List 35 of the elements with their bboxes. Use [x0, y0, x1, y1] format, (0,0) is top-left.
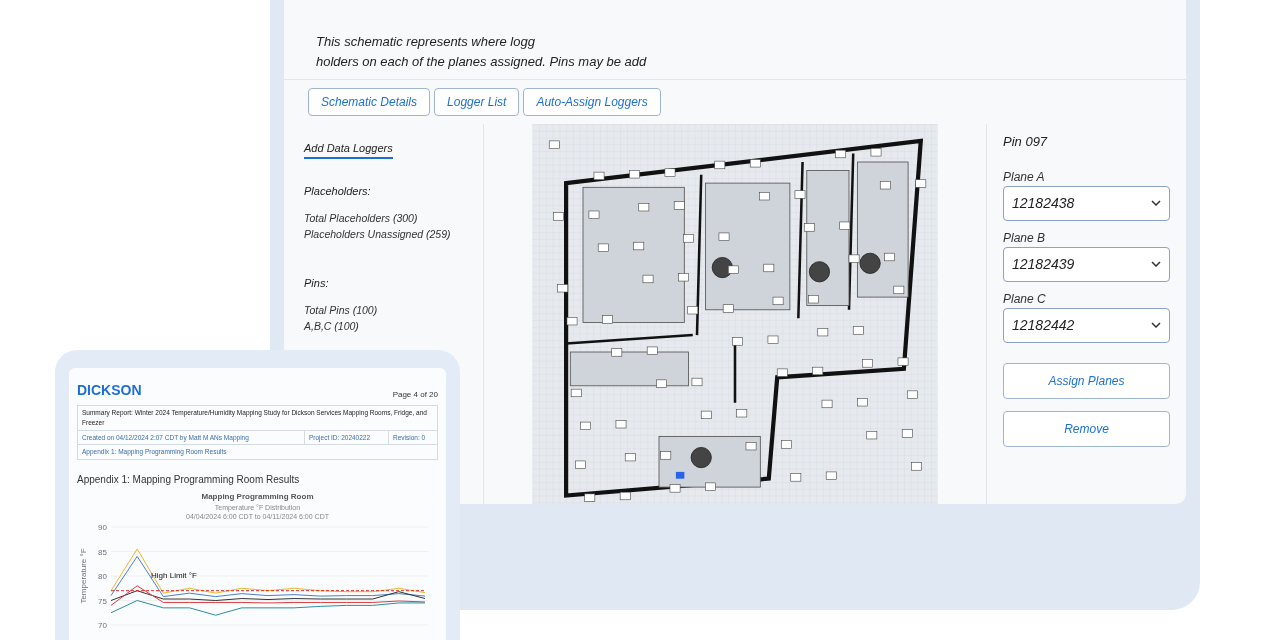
plane-select[interactable]: 12182439: [1003, 246, 1170, 282]
page-number: Page 4 of 20: [392, 389, 438, 401]
section-heading: Placeholders:: [304, 183, 372, 199]
y-tick-label: 90: [98, 523, 107, 532]
plane-label: Plane C: [1003, 290, 1047, 308]
chevron-down-icon: [1151, 261, 1161, 267]
y-axis-label: Temperature °F: [79, 548, 88, 604]
y-tick-label: 75: [98, 596, 107, 606]
count-text: Total Pins (100): [304, 303, 379, 318]
chart-title: Mapping Programming Room: [201, 491, 314, 503]
section-heading: Pins:: [304, 275, 330, 291]
plane-select[interactable]: 12182442: [1003, 307, 1170, 343]
add-data-loggers-link[interactable]: Add Data Loggers: [304, 140, 393, 159]
tab-button[interactable]: Logger List: [434, 88, 520, 116]
action-button[interactable]: Assign Planes: [1003, 362, 1170, 399]
y-tick-label: 85: [98, 547, 107, 557]
action-button[interactable]: Remove: [1003, 410, 1170, 447]
pin-title: Pin 097: [1003, 133, 1049, 151]
logo-text: DICKSON: [77, 381, 142, 400]
intro-text: This schematic represents where logg: [316, 33, 536, 51]
y-tick-label: 70: [98, 621, 107, 630]
report-heading: Appendix 1: Mapping Programming Room Results: [77, 473, 301, 487]
chevron-down-icon: [1151, 322, 1161, 328]
plane-select[interactable]: 12182438: [1003, 185, 1170, 221]
count-text: Total Placeholders (300): [304, 211, 419, 226]
plane-label: Plane B: [1003, 229, 1047, 247]
plane-label: Plane A: [1003, 168, 1046, 186]
count-text: A,B,C (100): [304, 318, 360, 334]
y-tick-label: 80: [98, 572, 107, 581]
limit-label: High Limit °F: [151, 570, 197, 580]
tab-button[interactable]: Schematic Details: [308, 88, 431, 116]
chevron-down-icon: [1151, 200, 1161, 206]
intro-text: holders on each of the planes assigned. Pins may be add: [316, 52, 648, 71]
tab-button[interactable]: Auto-Assign Loggers: [523, 88, 661, 116]
count-text: Placeholders Unassigned (259): [304, 226, 452, 242]
